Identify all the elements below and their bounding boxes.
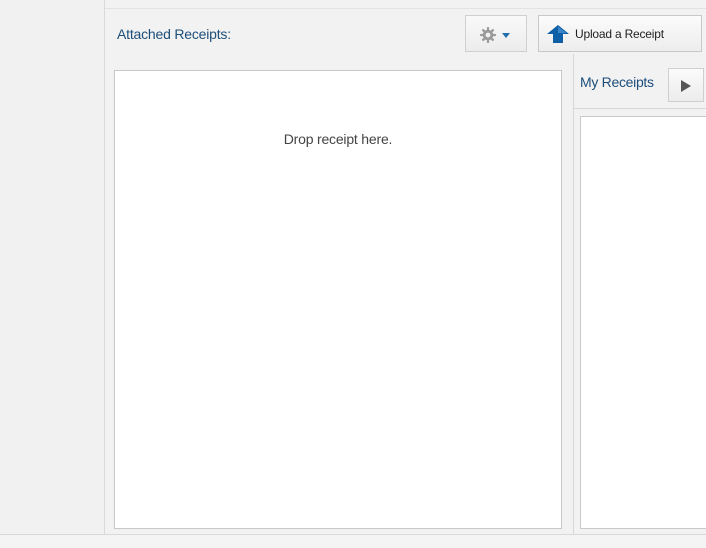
left-rail xyxy=(0,0,105,534)
drop-hint-text: Drop receipt here. xyxy=(283,131,393,147)
my-receipts-tab[interactable]: My Receipts xyxy=(580,74,654,90)
top-divider xyxy=(105,8,706,9)
gear-icon xyxy=(480,27,496,43)
bottom-strip xyxy=(0,535,706,548)
panel-divider xyxy=(573,54,574,535)
upload-receipt-button[interactable]: Upload a Receipt xyxy=(538,15,702,52)
play-right-icon xyxy=(681,80,691,92)
up-arrow-icon xyxy=(547,25,569,43)
expand-my-receipts-button[interactable] xyxy=(668,68,704,102)
attached-receipts-title: Attached Receipts: xyxy=(117,26,231,42)
upload-receipt-label: Upload a Receipt xyxy=(575,27,664,41)
my-receipts-list[interactable] xyxy=(580,116,706,529)
my-receipts-header-divider xyxy=(574,108,706,109)
receipts-page: Attached Receipts: Upload a Receipt Drop… xyxy=(0,0,706,548)
receipt-drop-zone[interactable]: Drop receipt here. xyxy=(114,70,562,529)
chevron-down-icon xyxy=(502,33,510,38)
settings-menu-button[interactable] xyxy=(465,15,527,52)
